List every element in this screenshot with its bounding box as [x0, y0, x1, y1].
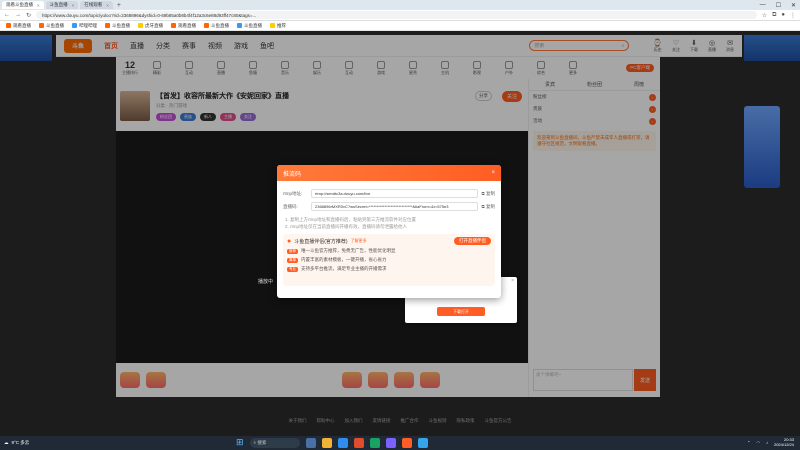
promo-panel: ● 斗鱼直播伴侣(官方推荐) 了解更多 打开直播伴侣 推荐 唯一斗鱼官方推荐，免费… [283, 234, 495, 286]
wifi-icon[interactable]: ◠ [756, 440, 760, 445]
bookmark[interactable]: 观看直播 [171, 23, 196, 29]
modal-header: 推流码 × [277, 165, 501, 181]
taskbar-app-icon[interactable] [337, 437, 348, 448]
bookmark[interactable]: 观看直播 [6, 23, 31, 29]
clock[interactable]: 20:33 2024/12/24 [774, 437, 794, 447]
url-field[interactable]: https://www.douyu.com/topic/yuloo?rid=23… [36, 11, 757, 19]
promo-title: 斗鱼直播伴侣(官方推荐) [294, 238, 348, 245]
bookmark-icon [72, 23, 77, 28]
rtmp-url-field[interactable]: rtmp://sendtc3a.douyu.com/live [311, 189, 478, 198]
rtmp-label: rtmp地址: [283, 190, 303, 196]
bookmark[interactable]: 虎牙直播 [138, 23, 163, 29]
stream-key-field[interactable]: 2368896rMXR0vC?wsSecret=****************… [311, 202, 478, 211]
new-tab-icon[interactable]: + [117, 2, 121, 9]
promo-line: 推荐 唯一斗鱼官方推荐，免费无广告，性能优化明显 [287, 248, 396, 254]
bookmark-icon [105, 23, 110, 28]
windows-start-icon[interactable]: ⊞ [236, 437, 244, 448]
browser-tab-bar: 观看斗鱼直播 × 斗鱼直播 × 在线观看 × + — ☐ ✕ [0, 0, 800, 10]
system-tray: ⌃ ◠ ♪ 20:33 2024/12/24 [747, 437, 794, 447]
bookmarks-bar: 观看直播 斗鱼直播 哔哩哔哩 斗鱼直播 虎牙直播 观看直播 斗鱼直播 斗鱼直播 … [0, 21, 800, 31]
copy-icon: ⧉ [481, 203, 485, 209]
tab-label: 观看斗鱼直播 [6, 2, 33, 7]
taskbar-app-icon[interactable] [353, 437, 364, 448]
promo-logo-icon: ● [287, 237, 292, 245]
close-icon[interactable]: × [72, 3, 75, 8]
close-window-icon[interactable]: ✕ [791, 2, 796, 9]
browser-tab[interactable]: 观看斗鱼直播 × [2, 1, 44, 9]
menu-icon[interactable]: ⋮ [790, 12, 796, 19]
tip-line: 2. rtmp地址仅在当前直播间开播有效，直播码请勿泄露给他人 [285, 224, 408, 229]
tab-label: 斗鱼直播 [49, 2, 68, 7]
profile-icon[interactable]: ● [781, 12, 785, 19]
bookmark-icon [270, 23, 275, 28]
bookmark[interactable]: 斗鱼直播 [105, 23, 130, 29]
taskbar-app-icon[interactable] [321, 437, 332, 448]
bookmark[interactable]: 哔哩哔哩 [72, 23, 97, 29]
browser-tab[interactable]: 斗鱼直播 × [45, 1, 79, 9]
bookmark-icon [138, 23, 143, 28]
bookmark-icon [237, 23, 242, 28]
taskbar-app-icon[interactable] [401, 437, 412, 448]
volume-icon[interactable]: ♪ [766, 440, 768, 445]
popup-ok-button[interactable]: 下载打开 [437, 307, 485, 316]
close-icon[interactable]: × [511, 278, 514, 284]
bookmark-icon [204, 23, 209, 28]
taskbar: ☁ 9°C 多云 ⊞ ⌕ 搜索 ⌃ ◠ ♪ 20:33 2024/12/24 [0, 436, 800, 450]
stream-key-modal: 推流码 × rtmp地址: rtmp://sendtc3a.douyu.com/… [277, 165, 501, 298]
close-icon[interactable]: × [37, 3, 40, 8]
extensions-icon[interactable]: ⧉ [772, 12, 776, 19]
modal-tips: 1. 复制上方rtmp地址和直播码后，粘贴到第三方推流软件对应位置 2. rtm… [277, 211, 501, 230]
modal-title: 推流码 [283, 171, 302, 178]
bookmark[interactable]: 斗鱼直播 [237, 23, 262, 29]
tip-line: 1. 复制上方rtmp地址和直播码后，粘贴到第三方推流软件对应位置 [285, 217, 417, 222]
taskbar-search[interactable]: ⌕ 搜索 [249, 437, 300, 448]
taskbar-app-icon[interactable] [305, 437, 316, 448]
stream-key-label: 直播码: [283, 203, 298, 209]
bookmark[interactable]: 斗鱼直播 [39, 23, 64, 29]
weather-widget[interactable]: ☁ 9°C 多云 [4, 440, 29, 446]
tab-label: 在线观看 [84, 2, 103, 7]
search-icon: ⌕ [253, 440, 257, 445]
taskbar-app-icon[interactable] [369, 437, 380, 448]
window-controls: — ☐ ✕ [760, 0, 796, 10]
reload-icon[interactable]: ↻ [26, 12, 31, 19]
promo-line: 专业 支持多平台推流，满足专业主播的开播需求 [287, 266, 387, 272]
copy-key-button[interactable]: ⧉ 复制 [482, 204, 495, 210]
bookmark-icon [39, 23, 44, 28]
bookmark[interactable]: 推荐 [270, 23, 286, 29]
back-icon[interactable]: ← [4, 12, 10, 18]
maximize-icon[interactable]: ☐ [776, 2, 781, 9]
browser-tab[interactable]: 在线观看 × [80, 1, 113, 9]
taskbar-app-icon[interactable] [417, 437, 428, 448]
bookmark[interactable]: 斗鱼直播 [204, 23, 229, 29]
forward-icon[interactable]: → [15, 12, 21, 18]
copy-rtmp-button[interactable]: ⧉ 复制 [482, 191, 495, 197]
close-icon[interactable]: × [106, 3, 109, 8]
side-hint: 播放中 [258, 279, 274, 285]
bookmark-icon [6, 23, 11, 28]
promo-line: 简单 内置丰富的素材模板，一键开播，省心省力 [287, 257, 387, 263]
minimize-icon[interactable]: — [760, 2, 766, 8]
star-icon[interactable]: ☆ [762, 12, 767, 19]
bookmark-icon [171, 23, 176, 28]
chevron-up-icon[interactable]: ⌃ [747, 440, 750, 445]
close-icon[interactable]: × [491, 170, 495, 176]
address-bar: ← → ↻ https://www.douyu.com/topic/yuloo?… [0, 10, 800, 21]
open-companion-button[interactable]: 打开直播伴侣 [454, 237, 491, 245]
cloud-icon: ☁ [4, 440, 9, 445]
taskbar-app-icon[interactable] [385, 437, 396, 448]
copy-icon: ⧉ [481, 190, 485, 196]
promo-more-link[interactable]: 了解更多 [351, 238, 367, 244]
